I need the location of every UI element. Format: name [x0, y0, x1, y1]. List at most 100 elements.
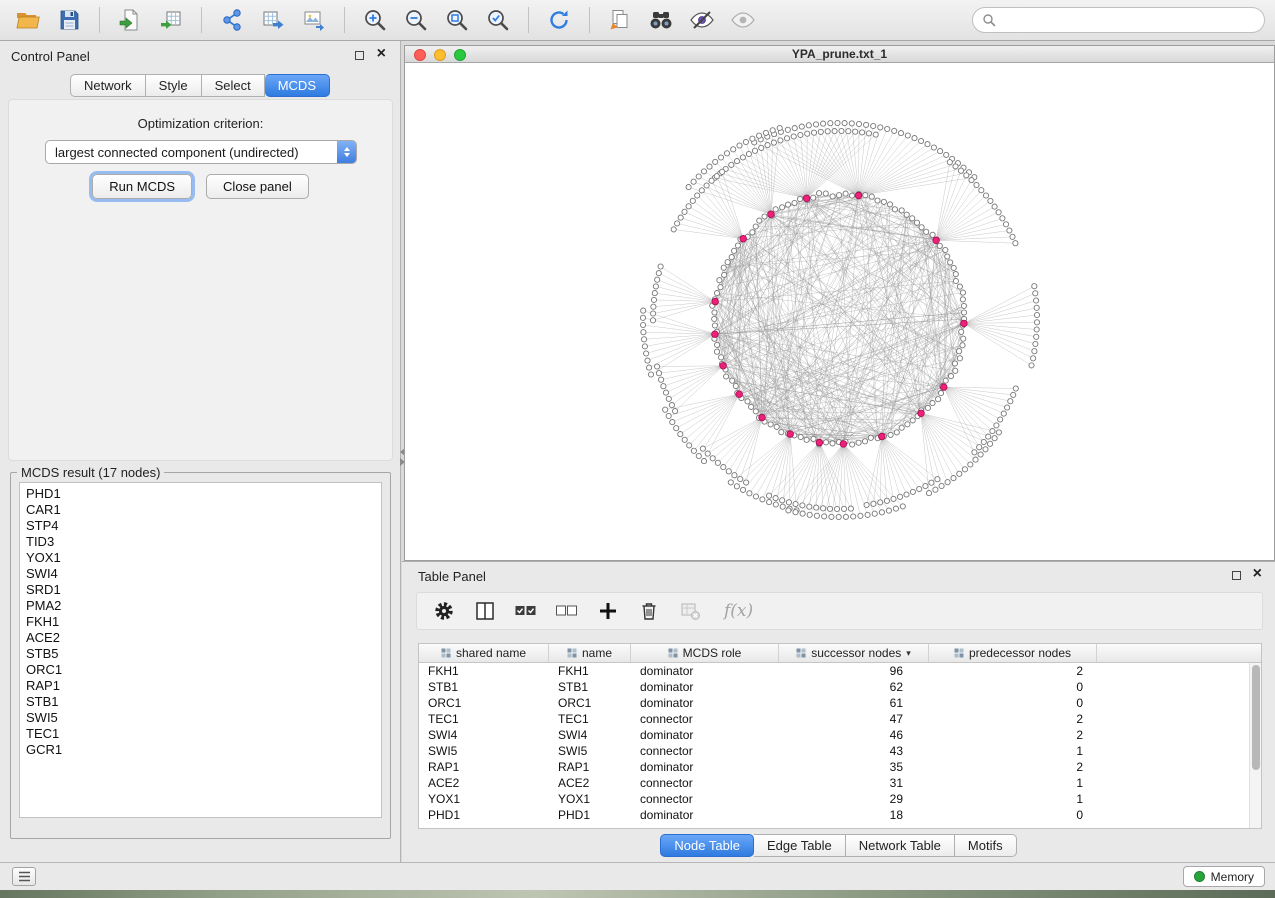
column-header-name[interactable]: name [549, 644, 631, 662]
table-row[interactable]: FKH1FKH1dominator962 [419, 663, 1261, 679]
cell-name[interactable]: FKH1 [549, 664, 631, 678]
export-network-button[interactable] [214, 4, 250, 36]
zoom-out-button[interactable] [398, 4, 434, 36]
cell-predecessors[interactable]: 0 [929, 680, 1097, 694]
zoom-in-button[interactable] [357, 4, 393, 36]
cell-role[interactable]: connector [631, 776, 779, 790]
close-table-panel-icon[interactable]: × [1253, 566, 1262, 582]
add-column-button[interactable] [595, 598, 621, 624]
search-input[interactable] [1002, 13, 1255, 27]
cell-predecessors[interactable]: 1 [929, 744, 1097, 758]
copy-network-button[interactable] [602, 4, 638, 36]
mcds-result-item[interactable]: STB1 [20, 694, 381, 710]
column-header-MCDS-role[interactable]: MCDS role [631, 644, 779, 662]
cell-predecessors[interactable]: 2 [929, 712, 1097, 726]
mcds-result-item[interactable]: YOX1 [20, 550, 381, 566]
cell-role[interactable]: connector [631, 792, 779, 806]
table-scrollbar[interactable] [1249, 663, 1261, 828]
sort-dropdown-icon[interactable]: ▾ [906, 648, 911, 659]
mcds-result-item[interactable]: PMA2 [20, 598, 381, 614]
cell-successors[interactable]: 31 [779, 776, 929, 790]
cell-name[interactable]: ACE2 [549, 776, 631, 790]
zoom-fit-button[interactable] [439, 4, 475, 36]
table-tab-edge-table[interactable]: Edge Table [754, 834, 846, 857]
toolbar-search[interactable] [972, 7, 1265, 33]
show-panel-list-button[interactable] [12, 867, 36, 886]
table-row[interactable]: TEC1TEC1connector472 [419, 711, 1261, 727]
column-header-successor-nodes[interactable]: successor nodes▾ [779, 644, 929, 662]
table-tab-node-table[interactable]: Node Table [660, 834, 754, 857]
mcds-result-item[interactable]: ACE2 [20, 630, 381, 646]
export-table-button[interactable] [255, 4, 291, 36]
float-table-panel-icon[interactable] [1232, 571, 1241, 580]
cell-role[interactable]: dominator [631, 680, 779, 694]
cell-successors[interactable]: 35 [779, 760, 929, 774]
cell-predecessors[interactable]: 2 [929, 728, 1097, 742]
cell-successors[interactable]: 29 [779, 792, 929, 806]
cell-name[interactable]: STB1 [549, 680, 631, 694]
close-panel-icon[interactable]: × [377, 46, 386, 62]
table-row[interactable]: SWI5SWI5connector431 [419, 743, 1261, 759]
cell-successors[interactable]: 61 [779, 696, 929, 710]
tab-network[interactable]: Network [70, 74, 146, 97]
cell-name[interactable]: ORC1 [549, 696, 631, 710]
mcds-result-item[interactable]: STP4 [20, 518, 381, 534]
cell-name[interactable]: YOX1 [549, 792, 631, 806]
cell-predecessors[interactable]: 0 [929, 808, 1097, 822]
cell-predecessors[interactable]: 2 [929, 760, 1097, 774]
table-tab-network-table[interactable]: Network Table [846, 834, 955, 857]
cell-shared_name[interactable]: RAP1 [419, 760, 549, 774]
mcds-result-list[interactable]: PHD1CAR1STP4TID3YOX1SWI4SRD1PMA2FKH1ACE2… [19, 482, 382, 818]
cell-shared_name[interactable]: YOX1 [419, 792, 549, 806]
refresh-layout-button[interactable] [541, 4, 577, 36]
table-row[interactable]: RAP1RAP1dominator352 [419, 759, 1261, 775]
tab-mcds[interactable]: MCDS [265, 74, 330, 97]
memory-button[interactable]: Memory [1183, 866, 1265, 887]
network-window-titlebar[interactable]: YPA_prune.txt_1 [405, 46, 1274, 63]
show-columns-button[interactable] [472, 598, 498, 624]
hide-selected-button[interactable] [684, 4, 720, 36]
open-folder-button[interactable] [10, 4, 46, 36]
cell-role[interactable]: dominator [631, 808, 779, 822]
import-table-button[interactable] [153, 4, 189, 36]
float-panel-icon[interactable] [355, 51, 364, 60]
show-all-button[interactable] [725, 4, 761, 36]
cell-successors[interactable]: 62 [779, 680, 929, 694]
cell-successors[interactable]: 96 [779, 664, 929, 678]
column-header-predecessor-nodes[interactable]: predecessor nodes [929, 644, 1097, 662]
mcds-result-item[interactable]: RAP1 [20, 678, 381, 694]
mcds-result-item[interactable]: PHD1 [20, 486, 381, 502]
cell-shared_name[interactable]: SWI5 [419, 744, 549, 758]
table-settings-button[interactable] [431, 598, 457, 624]
cell-role[interactable]: connector [631, 712, 779, 726]
cell-predecessors[interactable]: 0 [929, 696, 1097, 710]
cell-name[interactable]: TEC1 [549, 712, 631, 726]
cell-name[interactable]: SWI4 [549, 728, 631, 742]
cell-successors[interactable]: 46 [779, 728, 929, 742]
scrollbar-thumb[interactable] [1252, 665, 1260, 770]
cell-predecessors[interactable]: 2 [929, 664, 1097, 678]
cell-shared_name[interactable]: ORC1 [419, 696, 549, 710]
close-mcds-panel-button[interactable]: Close panel [206, 174, 309, 199]
select-all-columns-button[interactable] [513, 598, 539, 624]
mcds-result-item[interactable]: TEC1 [20, 726, 381, 742]
mcds-result-item[interactable]: SRD1 [20, 582, 381, 598]
table-row[interactable]: STB1STB1dominator620 [419, 679, 1261, 695]
deselect-all-columns-button[interactable] [554, 598, 580, 624]
tab-style[interactable]: Style [146, 74, 202, 97]
table-row[interactable]: SWI4SWI4dominator462 [419, 727, 1261, 743]
column-header-shared-name[interactable]: shared name [419, 644, 549, 662]
cell-role[interactable]: dominator [631, 760, 779, 774]
table-tab-motifs[interactable]: Motifs [955, 834, 1017, 857]
cell-role[interactable]: dominator [631, 696, 779, 710]
save-session-button[interactable] [51, 4, 87, 36]
cell-shared_name[interactable]: SWI4 [419, 728, 549, 742]
cell-shared_name[interactable]: ACE2 [419, 776, 549, 790]
cell-successors[interactable]: 47 [779, 712, 929, 726]
import-network-button[interactable] [112, 4, 148, 36]
cell-shared_name[interactable]: TEC1 [419, 712, 549, 726]
cell-shared_name[interactable]: STB1 [419, 680, 549, 694]
mcds-result-item[interactable]: STB5 [20, 646, 381, 662]
export-image-button[interactable] [296, 4, 332, 36]
mcds-result-item[interactable]: TID3 [20, 534, 381, 550]
